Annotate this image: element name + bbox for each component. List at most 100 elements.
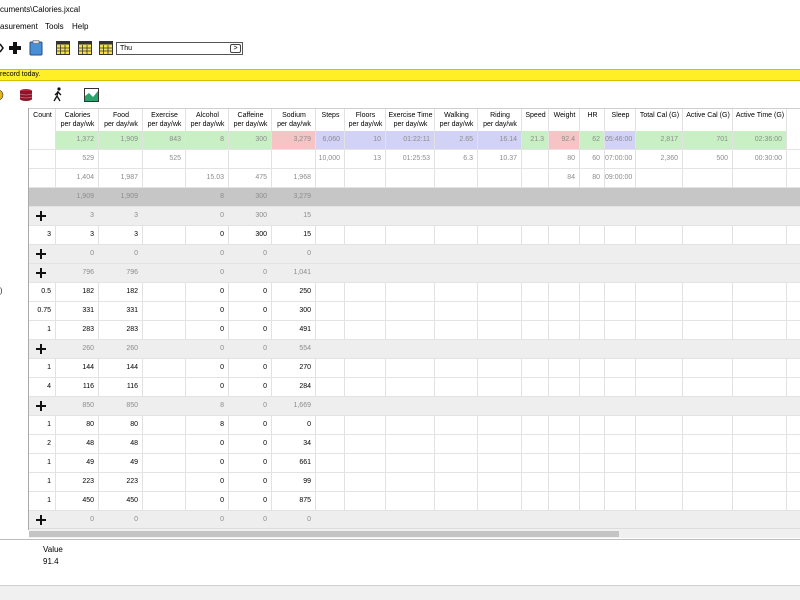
table-row[interactable]: 00000 (0, 245, 800, 264)
table-cell[interactable] (522, 321, 548, 339)
table-cell[interactable] (636, 226, 682, 244)
table-cell[interactable] (345, 416, 385, 434)
table-cell[interactable] (580, 492, 604, 510)
table-cell[interactable] (478, 245, 521, 263)
table-cell[interactable] (478, 511, 521, 529)
table-cell[interactable]: 09:00:00 (605, 169, 635, 187)
table-cell[interactable] (549, 416, 579, 434)
table-cell[interactable] (386, 397, 434, 415)
table-cell[interactable] (435, 454, 477, 472)
table-cell[interactable]: 15 (272, 207, 315, 225)
table-cell[interactable] (522, 378, 548, 396)
table-cell[interactable]: 2,360 (636, 150, 682, 168)
table-cell[interactable] (580, 454, 604, 472)
table-cell[interactable]: 2.65 (435, 131, 477, 149)
table-cell[interactable]: 00:30:00 (733, 150, 786, 168)
table-cell[interactable]: 8 (186, 416, 228, 434)
table-row[interactable]: 850 850 8 0 1,669 (0, 397, 800, 416)
table-cell[interactable] (733, 245, 786, 263)
table-cell[interactable]: 1 (29, 473, 55, 491)
table-cell[interactable] (683, 226, 732, 244)
column-header[interactable]: Active Time (G) (733, 109, 787, 131)
table-cell[interactable]: 0 (186, 359, 228, 377)
table-cell[interactable] (636, 492, 682, 510)
add-icon[interactable] (8, 41, 22, 55)
table-row[interactable]: 796 796 0 0 1,041 (0, 264, 800, 283)
table-row[interactable]: 3 3 0 300 15 (0, 207, 800, 226)
table-cell[interactable] (435, 511, 477, 529)
table-cell[interactable]: 01:25:53 (386, 150, 434, 168)
table-cell[interactable] (605, 416, 635, 434)
table-cell[interactable] (683, 169, 732, 187)
column-header[interactable]: Count (29, 109, 56, 131)
table-cell[interactable] (345, 321, 385, 339)
table-row[interactable]: 1 49 49 0 0 661 (0, 454, 800, 473)
table-cell[interactable] (580, 416, 604, 434)
table-cell[interactable] (733, 188, 786, 206)
column-header[interactable]: Floors per day/wk (345, 109, 386, 131)
column-header[interactable]: Food per day/wk (99, 109, 143, 131)
table-cell[interactable] (733, 207, 786, 225)
table-cell[interactable] (29, 340, 55, 358)
table-cell[interactable] (345, 397, 385, 415)
table-cell[interactable] (636, 397, 682, 415)
table-cell[interactable] (733, 169, 786, 187)
table-cell[interactable]: 1,909 (56, 188, 98, 206)
table-cell[interactable] (522, 416, 548, 434)
table-cell[interactable] (605, 378, 635, 396)
column-header[interactable]: Walking per day/wk (435, 109, 478, 131)
table-cell[interactable] (435, 226, 477, 244)
table-cell[interactable]: 144 (99, 359, 142, 377)
table-cell[interactable] (683, 397, 732, 415)
table-cell[interactable] (386, 378, 434, 396)
table-cell[interactable]: 0 (56, 511, 98, 529)
table-cell[interactable] (683, 473, 732, 491)
table-cell[interactable] (580, 321, 604, 339)
table-cell[interactable] (316, 416, 344, 434)
table-cell[interactable] (580, 473, 604, 491)
table-cell[interactable] (478, 473, 521, 491)
table-cell[interactable] (478, 226, 521, 244)
table-cell[interactable] (549, 207, 579, 225)
table-cell[interactable]: 05:46:00 (605, 131, 635, 149)
table-cell[interactable] (522, 359, 548, 377)
table-cell[interactable] (683, 435, 732, 453)
column-header[interactable]: Sodium per day/wk (272, 109, 316, 131)
day-next-button[interactable]: > (230, 44, 241, 53)
table-cell[interactable] (733, 454, 786, 472)
table-cell[interactable] (435, 397, 477, 415)
table-cell[interactable] (435, 207, 477, 225)
table-cell[interactable]: 0 (186, 435, 228, 453)
table-cell[interactable]: 0 (229, 473, 271, 491)
table-cell[interactable] (549, 435, 579, 453)
table-cell[interactable] (143, 435, 185, 453)
table-cell[interactable]: 0 (229, 264, 271, 282)
table-cell[interactable]: 0 (229, 378, 271, 396)
table-cell[interactable] (636, 340, 682, 358)
table-cell[interactable] (345, 359, 385, 377)
table-cell[interactable]: 80 (549, 150, 579, 168)
table-cell[interactable] (580, 378, 604, 396)
table-cell[interactable] (345, 245, 385, 263)
table-cell[interactable] (478, 207, 521, 225)
table-row[interactable]: 260 260 0 0 554 (0, 340, 800, 359)
table-cell[interactable]: 0 (186, 226, 228, 244)
table-cell[interactable] (733, 321, 786, 339)
table-cell[interactable] (522, 473, 548, 491)
table-cell[interactable]: 554 (272, 340, 315, 358)
table-cell[interactable] (316, 302, 344, 320)
table-cell[interactable] (316, 435, 344, 453)
table-cell[interactable] (605, 473, 635, 491)
table-cell[interactable] (580, 207, 604, 225)
table-cell[interactable] (549, 302, 579, 320)
table-cell[interactable]: 875 (272, 492, 315, 510)
table-cell[interactable]: 0 (186, 283, 228, 301)
table-cell[interactable]: 15 (272, 226, 315, 244)
table-cell[interactable] (522, 340, 548, 358)
table-cell[interactable]: 01:22:11 (386, 131, 434, 149)
column-header[interactable]: Alcohol per day/wk (186, 109, 229, 131)
menu-tools[interactable]: Tools (45, 22, 64, 31)
table-cell[interactable] (605, 321, 635, 339)
table-cell[interactable]: 8 (186, 131, 228, 149)
table-cell[interactable]: 1 (29, 454, 55, 472)
